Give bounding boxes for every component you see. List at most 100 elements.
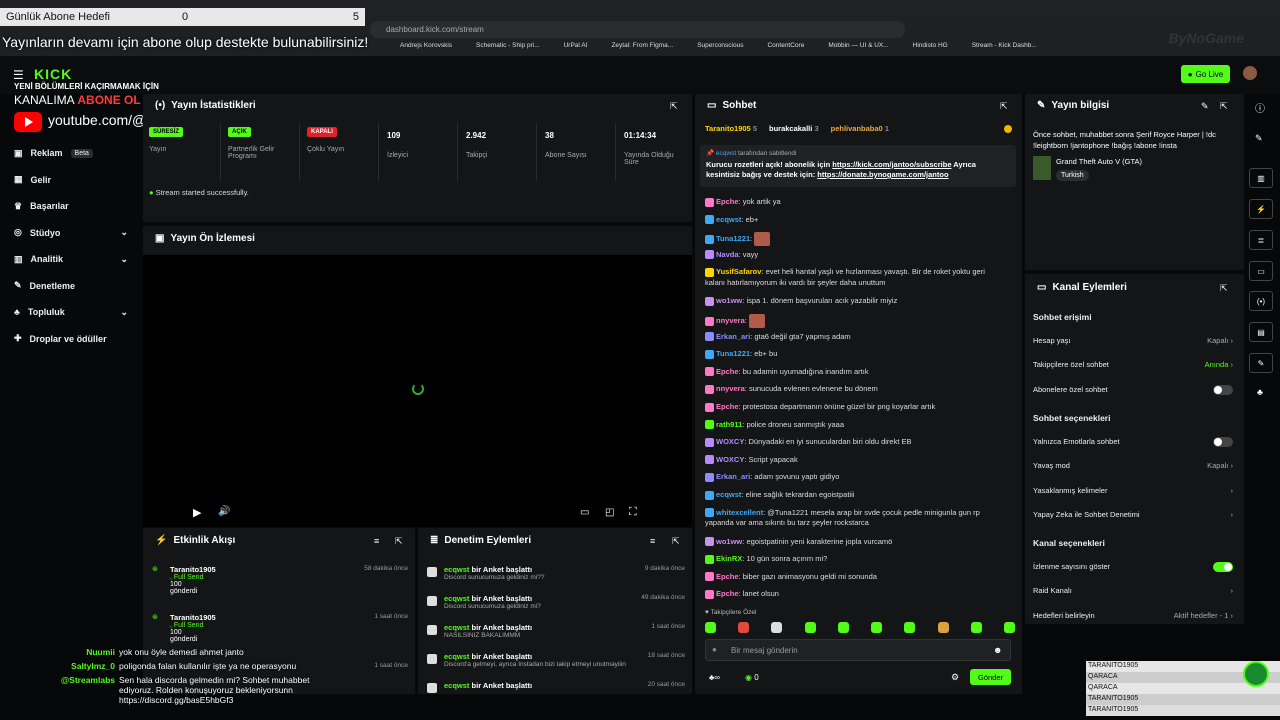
chat-username[interactable]: Epche — [716, 197, 739, 206]
rail-list-button[interactable]: ≣ — [1249, 230, 1273, 250]
chat-message[interactable]: wo1ww: egoistpatinin yeni karakterine jo… — [705, 537, 1015, 548]
kick-logo[interactable]: KICK — [34, 66, 72, 82]
chat-message[interactable]: Erkan_ari: gta6 değil gta7 yapmış adam — [705, 332, 1015, 343]
bookmark[interactable]: Hindisto HG — [913, 42, 948, 49]
bookmark[interactable]: ContentCore — [767, 42, 804, 49]
toggle-switch[interactable] — [1213, 384, 1233, 395]
emote-icon[interactable] — [804, 622, 816, 633]
pinned-link[interactable]: https://kick.com/jantoo/subscribe — [832, 160, 951, 169]
chat-username[interactable]: Tuna1221 — [716, 349, 750, 358]
chat-message[interactable]: Epche: biber gazı animasyonu geldi mi so… — [705, 572, 1015, 583]
community-icon[interactable]: ♣ — [1257, 387, 1263, 397]
chat-username[interactable]: ecqwst — [716, 490, 741, 499]
popout-icon[interactable]: ⇱ — [395, 536, 403, 547]
toggle-switch[interactable] — [1213, 562, 1233, 573]
chat-username[interactable]: EkinRX — [716, 554, 742, 563]
filter-icon[interactable]: ≡ — [650, 536, 655, 546]
setting-row[interactable]: Hedefleri belirleyin Aktif hedefler - 1 › — [1033, 611, 1233, 620]
setting-row[interactable]: İzlenme sayısını göster — [1033, 562, 1233, 573]
bookmark[interactable]: Schematic - Ship pri... — [476, 42, 540, 49]
setting-row[interactable]: Yavaş mod Kapalı › — [1033, 461, 1233, 470]
chat-message[interactable]: whitexcellent: @Tuna1221 mesela arap bir… — [705, 508, 1015, 529]
address-bar[interactable]: dashboard.kick.com/stream — [370, 21, 905, 38]
rail-wrench-button[interactable]: ✎ — [1249, 353, 1273, 373]
emote-icon[interactable] — [904, 622, 916, 633]
filter-icon[interactable]: ≡ — [374, 536, 379, 546]
setting-row[interactable]: Yapay Zeka ile Sohbet Denetimi › — [1033, 510, 1233, 519]
rail-chat-button[interactable]: ▭ — [1249, 261, 1273, 281]
emote-icon[interactable] — [837, 622, 849, 633]
chat-username[interactable]: nnyvera — [716, 316, 745, 325]
bookmark[interactable]: Zeytal: From Figma... — [611, 42, 673, 49]
sidebar-item-ads[interactable]: ▣ Reklam Beta — [0, 140, 142, 167]
chat-message[interactable]: Tuna1221: — [705, 232, 1015, 247]
settings-icon[interactable]: ⚙ — [951, 672, 959, 683]
kick-points-icon[interactable]: ♣∞ — [709, 673, 720, 682]
rail-stats-button[interactable]: (•) — [1249, 291, 1273, 311]
avatar[interactable] — [1243, 66, 1257, 80]
emote-icon[interactable] — [705, 622, 716, 633]
emote-icon[interactable] — [871, 622, 883, 633]
chat-username[interactable]: Epche — [716, 367, 739, 376]
chat-message[interactable]: WOXCY: Script yapacak — [705, 455, 1015, 466]
sidebar-item-studio[interactable]: ◎ Stüdyo ⌄ — [0, 220, 142, 247]
sidebar-item-achievements[interactable]: ♛ Başarılar — [0, 193, 142, 220]
chat-message[interactable]: WOXCY: Dünyadaki en iyi sunuculardan bir… — [705, 437, 1015, 448]
chat-username[interactable]: Navda — [716, 250, 739, 259]
chat-message[interactable]: Epche: bu adamin uyumadığına inandım art… — [705, 367, 1015, 378]
sidebar-item-revenue[interactable]: ▦ Gelir — [0, 167, 142, 194]
pinned-link[interactable]: https://donate.bynogame.com/jantoo — [817, 170, 948, 179]
popout-icon[interactable]: ⇱ — [670, 101, 678, 112]
emote-icon[interactable] — [1003, 622, 1015, 633]
sidebar-item-drops[interactable]: ✚ Droplar ve ödüller — [0, 326, 142, 353]
chat-username[interactable]: Epche — [716, 572, 739, 581]
chat-message[interactable]: ecqwst: eb+ — [705, 215, 1015, 226]
bookmark[interactable]: Superconscious — [697, 42, 743, 49]
bookmark[interactable]: Mobbin — UI & UX... — [828, 42, 888, 49]
theater-icon[interactable]: ▭ — [580, 507, 589, 518]
emote-icon[interactable] — [970, 622, 982, 633]
chat-message[interactable]: Epche: protestosa departmanın önüne güze… — [705, 402, 1015, 413]
go-live-button[interactable]: ● Go Live — [1181, 65, 1230, 83]
chat-message[interactable]: nnyvera: — [705, 314, 1015, 328]
rail-chart-button[interactable]: ▥ — [1249, 168, 1273, 188]
fullscreen-icon[interactable]: ⛶ — [629, 506, 637, 519]
bookmark[interactable]: Andrejs Korovskis — [400, 42, 452, 49]
emoji-icon[interactable]: ☻ — [993, 645, 1002, 655]
setting-row[interactable]: Yalnızca Emotlarla sohbet — [1033, 436, 1233, 447]
chat-message[interactable]: Navda: vayy — [705, 250, 1015, 261]
popout-icon[interactable]: ⇱ — [1220, 101, 1228, 112]
sidebar-item-analytics[interactable]: ▥ Analitik ⌄ — [0, 246, 142, 273]
sidebar-item-moderation[interactable]: ✎ Denetleme — [0, 273, 142, 300]
info-icon[interactable] — [1004, 125, 1012, 133]
chat-message[interactable]: Tuna1221: eb+ bu — [705, 349, 1015, 360]
chat-username[interactable]: Erkan_ari — [716, 472, 750, 481]
chat-username[interactable]: ecqwst — [716, 215, 741, 224]
setting-row[interactable]: Abonelere özel sohbet — [1033, 384, 1233, 395]
chat-message[interactable]: rath911: police droneu sanmıştık yaaa — [705, 420, 1015, 431]
edit-icon[interactable]: ✎ — [1201, 101, 1209, 112]
chat-username[interactable]: wo1ww — [716, 296, 742, 305]
rail-bolt-button[interactable]: ⚡ — [1249, 199, 1273, 219]
popout-icon[interactable]: ⇱ — [1220, 283, 1228, 294]
chat-username[interactable]: YusifSafarov — [716, 267, 761, 276]
emote-icon[interactable] — [771, 622, 783, 633]
setting-row[interactable]: Hesap yaşı Kapalı › — [1033, 336, 1233, 345]
chat-username[interactable]: wo1ww — [716, 537, 742, 546]
chat-message[interactable]: nnyvera: sunucuda evlenen evlenene bu dö… — [705, 384, 1015, 395]
chat-message[interactable]: ecqwst: eline sağlık tekrardan egoistpat… — [705, 490, 1015, 501]
chat-username[interactable]: Epche — [716, 589, 739, 598]
rail-tv-button[interactable]: ▤ — [1249, 322, 1273, 342]
bookmark[interactable]: UrPal AI — [564, 42, 588, 49]
setting-row[interactable]: Takipçilere özel sohbet Anında › — [1033, 360, 1233, 369]
chat-username[interactable]: WOXCY — [716, 455, 744, 464]
chat-username[interactable]: Erkan_ari — [716, 332, 750, 341]
menu-icon[interactable]: ☰ — [13, 68, 24, 82]
chat-message[interactable]: wo1ww: ispa 1. dönem başvuruları acık ya… — [705, 296, 1015, 307]
emote-icon[interactable] — [738, 622, 750, 633]
pip-icon[interactable]: ◰ — [605, 507, 614, 518]
chat-message[interactable]: EkinRX: 10 gün sonra açırım mi? — [705, 554, 1015, 565]
play-icon[interactable]: ▶ — [193, 506, 201, 519]
chat-username[interactable]: whitexcellent — [716, 508, 763, 517]
bookmark[interactable]: Stream - Kick Dashb... — [972, 42, 1037, 49]
